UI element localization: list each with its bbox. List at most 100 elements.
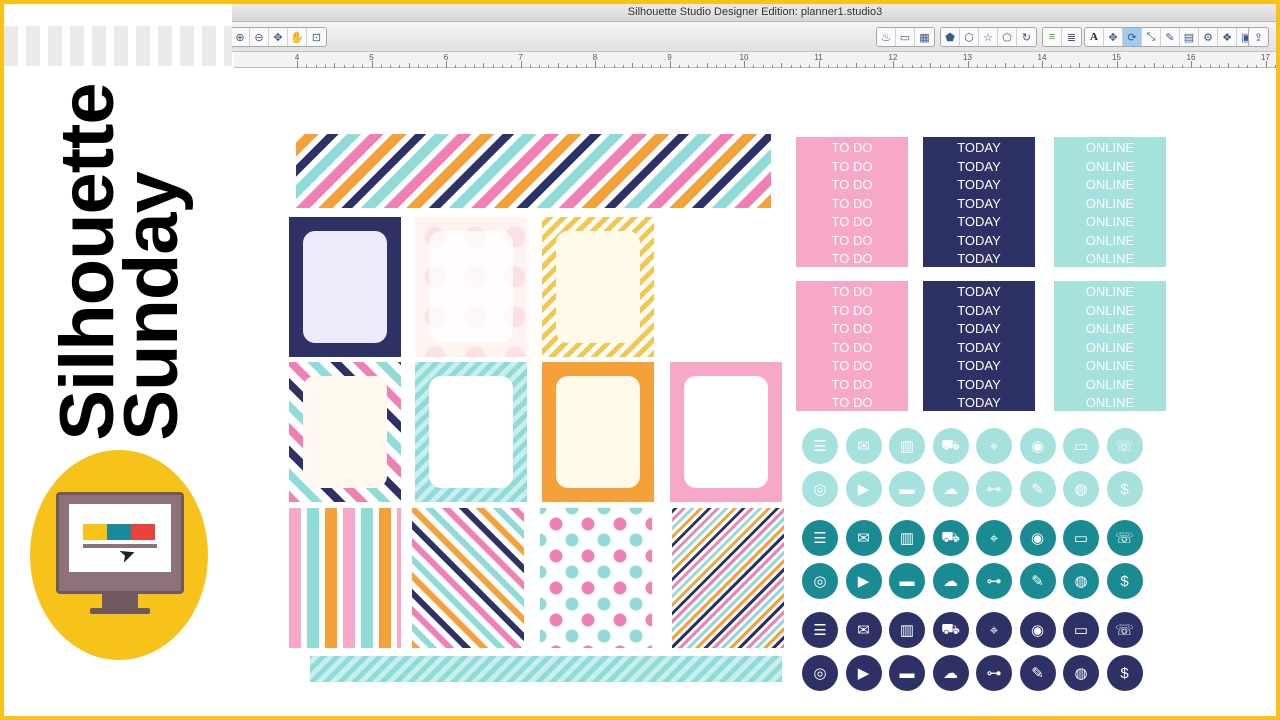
camera-icon[interactable]: ◉ [1019, 612, 1056, 648]
hexagon-icon[interactable]: ⬡ [960, 28, 979, 46]
credit-card-icon[interactable]: ▬ [889, 563, 925, 599]
red-block [131, 524, 155, 540]
youtube-icon[interactable]: ▶ [845, 655, 882, 691]
trash-icon[interactable]: ▥ [889, 428, 925, 464]
zoom-in-icon[interactable]: ⊕ [231, 28, 250, 46]
monitor-icon[interactable]: ▭ [1063, 520, 1099, 556]
aqua-stripe-box[interactable] [415, 362, 527, 502]
window-icon[interactable]: ▭ [896, 28, 915, 46]
orange-box[interactable] [542, 362, 654, 502]
chat-icon[interactable]: ☰ [802, 428, 838, 464]
dumbbell-icon[interactable]: ⊶ [976, 471, 1012, 507]
flower-pattern-box[interactable] [540, 508, 652, 648]
ruler-minor-tick [473, 65, 475, 68]
piggy-bank-icon[interactable]: $ [1106, 471, 1143, 507]
hand-icon[interactable]: ✋ [288, 28, 307, 46]
phone-icon[interactable]: ☏ [1106, 612, 1143, 648]
line-green-icon[interactable]: ≡ [1043, 28, 1062, 46]
scale-icon[interactable]: ◎ [802, 563, 838, 599]
pencil-icon[interactable]: ✎ [1019, 563, 1056, 599]
camera-icon[interactable]: ◉ [1019, 428, 1056, 464]
ruler-tick [744, 61, 745, 68]
phone-icon[interactable]: ☏ [1106, 520, 1143, 556]
thin-stripe-box[interactable] [672, 508, 784, 648]
lamp-icon[interactable]: ♨ [877, 28, 896, 46]
phone-icon[interactable]: ☏ [1106, 428, 1143, 464]
grid-icon[interactable]: ▦ [915, 28, 934, 46]
replicate-icon[interactable]: ⟳ [1123, 28, 1142, 46]
scale-icon[interactable]: ⤡ [1142, 28, 1161, 46]
pen-icon[interactable]: ✎ [1161, 28, 1180, 46]
cart-icon[interactable]: ⛟ [932, 612, 969, 648]
todo-label-block-2[interactable]: TO DO TO DO TO DO TO DO TO DO TO DO TO DO [796, 281, 908, 411]
youtube-icon[interactable]: ▶ [845, 563, 882, 599]
piggy-bank-icon[interactable]: $ [1106, 563, 1143, 599]
pan-icon[interactable]: ✥ [269, 28, 288, 46]
location-pin-icon[interactable]: ⌖ [976, 520, 1012, 556]
fill-icon[interactable]: ⚙ [1199, 28, 1218, 46]
send-icon[interactable]: ⇪ [1249, 28, 1268, 46]
zigzag-pattern-box[interactable] [412, 508, 524, 648]
online-label-block-1[interactable]: ONLINE ONLINE ONLINE ONLINE ONLINE ONLINE ONLI… [1054, 137, 1166, 267]
rotate-icon[interactable]: ↻ [1017, 28, 1036, 46]
mail-icon[interactable]: ✉ [845, 612, 882, 648]
scale-icon[interactable]: ◎ [802, 471, 838, 507]
cloud-upload-icon[interactable]: ☁ [932, 471, 969, 507]
pencil-icon[interactable]: ✎ [1019, 655, 1056, 691]
pink-box[interactable] [670, 362, 782, 502]
navy-dot-box[interactable] [289, 217, 401, 357]
location-pin-icon[interactable]: ⌖ [976, 612, 1012, 648]
ruler-minor-tick [986, 65, 988, 68]
chat-icon[interactable]: ☰ [802, 520, 838, 556]
pentagon-icon[interactable]: ⬟ [941, 28, 960, 46]
ruler-minor-tick [753, 65, 755, 68]
today-label-block-2[interactable]: TODAY TODAY TODAY TODAY TODAY TODAY TODAY [923, 281, 1035, 411]
ruler-minor-tick [501, 65, 503, 68]
flipflop-box[interactable] [670, 217, 782, 357]
money-roll-icon[interactable]: ◍ [1063, 471, 1099, 507]
trash-icon[interactable]: ▥ [889, 612, 925, 648]
zoom-out-icon[interactable]: ⊖ [250, 28, 269, 46]
cart-icon[interactable]: ⛟ [932, 520, 969, 556]
piggy-bank-icon[interactable]: $ [1106, 655, 1143, 691]
library-icon[interactable]: ▤ [1180, 28, 1199, 46]
move-icon[interactable]: ✥ [1104, 28, 1123, 46]
fit-icon[interactable]: ⊡ [307, 28, 326, 46]
cloud-upload-icon[interactable]: ☁ [932, 563, 969, 599]
dumbbell-icon[interactable]: ⊶ [976, 655, 1012, 691]
today-label-block-1[interactable]: TODAY TODAY TODAY TODAY TODAY TODAY TODAY [923, 137, 1035, 267]
ruler-label: 5 [369, 53, 374, 62]
yellow-stripe-box[interactable] [542, 217, 654, 357]
flipflop-pattern-box[interactable] [289, 508, 401, 648]
credit-card-icon[interactable]: ▬ [889, 471, 925, 507]
diagonal-stripe-banner[interactable] [296, 134, 771, 208]
chevron-box[interactable] [289, 362, 401, 502]
money-roll-icon[interactable]: ◍ [1063, 563, 1099, 599]
star-icon[interactable]: ☆ [979, 28, 998, 46]
cart-icon[interactable]: ⛟ [932, 428, 969, 464]
text-icon[interactable]: A [1085, 28, 1104, 46]
line-gray-icon[interactable]: ≣ [1062, 28, 1081, 46]
floral-box[interactable] [415, 217, 527, 357]
scale-icon[interactable]: ◎ [802, 655, 838, 691]
trash-icon[interactable]: ▥ [889, 520, 925, 556]
youtube-icon[interactable]: ▶ [845, 471, 882, 507]
polygon-icon[interactable]: ⬠ [998, 28, 1017, 46]
pencil-icon[interactable]: ✎ [1019, 471, 1056, 507]
camera-icon[interactable]: ◉ [1019, 520, 1056, 556]
money-roll-icon[interactable]: ◍ [1063, 655, 1099, 691]
settings-icon[interactable]: ❖ [1218, 28, 1237, 46]
dumbbell-icon[interactable]: ⊶ [976, 563, 1012, 599]
online-label-block-2[interactable]: ONLINE ONLINE ONLINE ONLINE ONLINE ONLINE ONLI… [1054, 281, 1166, 411]
location-pin-icon[interactable]: ⌖ [976, 428, 1012, 464]
monitor-icon[interactable]: ▭ [1063, 612, 1099, 648]
credit-card-icon[interactable]: ▬ [889, 655, 925, 691]
aqua-stripe-strip[interactable] [310, 656, 782, 682]
mail-icon[interactable]: ✉ [845, 520, 882, 556]
monitor-icon[interactable]: ▭ [1063, 428, 1099, 464]
cloud-upload-icon[interactable]: ☁ [932, 655, 969, 691]
ruler-minor-tick [1153, 63, 1155, 68]
todo-label-block-1[interactable]: TO DO TO DO TO DO TO DO TO DO TO DO TO DO [796, 137, 908, 267]
mail-icon[interactable]: ✉ [845, 428, 882, 464]
chat-icon[interactable]: ☰ [802, 612, 838, 648]
